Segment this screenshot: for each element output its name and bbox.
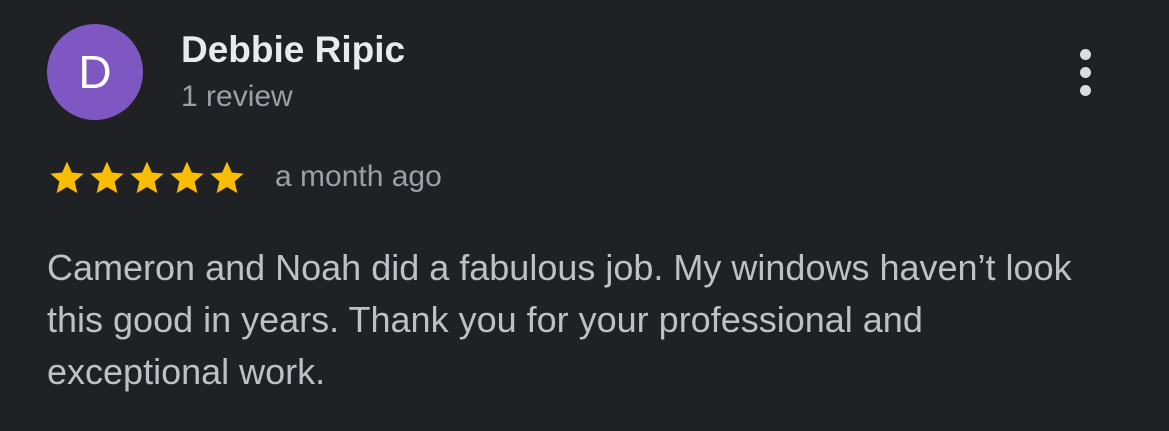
avatar-letter: D	[78, 46, 112, 98]
review-card: D Debbie Ripic 1 review a month ago Came…	[0, 0, 1169, 431]
reviewer-name[interactable]: Debbie Ripic	[181, 28, 405, 72]
star-icon	[210, 161, 244, 194]
review-count[interactable]: 1 review	[181, 78, 293, 116]
star-icon	[50, 161, 84, 194]
avatar[interactable]: D	[47, 24, 143, 120]
review-time: a month ago	[275, 160, 442, 193]
star-icon	[170, 161, 204, 194]
more-options-button[interactable]	[1063, 44, 1107, 100]
more-vert-icon	[1079, 66, 1091, 78]
more-vert-icon	[1079, 84, 1091, 96]
review-text: Cameron and Noah did a fabulous job. My …	[47, 247, 1072, 392]
star-icon	[90, 161, 124, 194]
star-rating	[47, 157, 247, 199]
star-icon	[130, 161, 164, 194]
more-vert-icon	[1079, 48, 1091, 60]
